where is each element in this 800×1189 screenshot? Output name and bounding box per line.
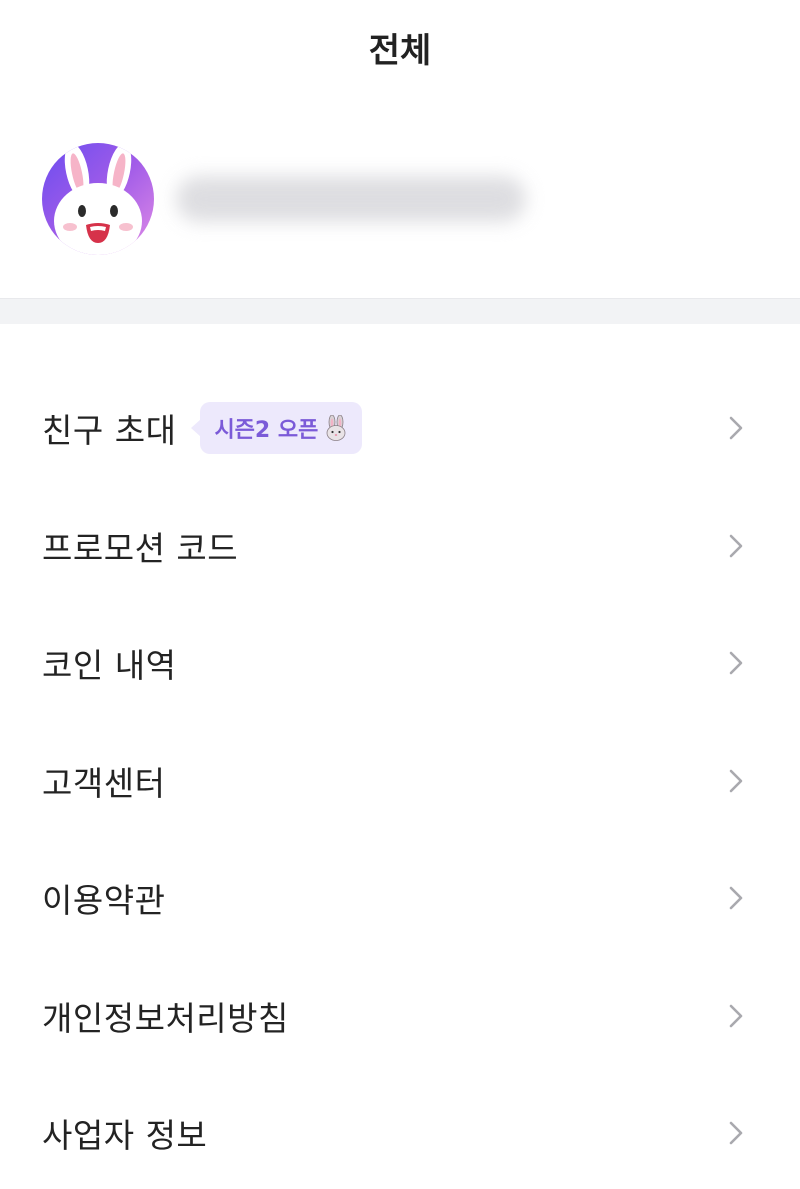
menu-item-customer-center[interactable]: 고객센터 xyxy=(0,722,800,840)
chevron-right-icon xyxy=(729,1121,743,1145)
season-badge: 시즌2 오픈 xyxy=(200,402,363,454)
menu-item-label: 프로모션 코드 xyxy=(42,528,239,568)
menu-item-invite-friends[interactable]: 친구 초대 시즌2 오픈 xyxy=(0,369,800,487)
menu-item-label: 사업자 정보 xyxy=(42,1116,208,1156)
menu-item-privacy-policy[interactable]: 개인정보처리방침 xyxy=(0,957,800,1075)
chevron-right-icon xyxy=(729,886,743,910)
avatar[interactable] xyxy=(42,143,154,255)
rabbit-avatar-icon xyxy=(42,143,154,255)
header: 전체 xyxy=(0,0,800,100)
chevron-right-icon xyxy=(729,1004,743,1028)
chevron-right-icon xyxy=(729,769,743,793)
email-redacted xyxy=(176,176,526,222)
menu-item-coin-history[interactable]: 코인 내역 xyxy=(0,605,800,723)
badge-text: 시즌2 오픈 xyxy=(214,418,319,443)
menu-item-label: 친구 초대 xyxy=(42,411,177,450)
section-divider xyxy=(0,298,800,324)
menu-list: 친구 초대 시즌2 오픈 프로모션 코드 코인 내역 고객센터 이용약관 개인정… xyxy=(0,324,800,1189)
chevron-right-icon xyxy=(729,416,743,440)
rabbit-face-icon xyxy=(324,415,348,441)
profile-section[interactable] xyxy=(0,100,800,298)
page-title: 전체 xyxy=(368,30,432,71)
menu-item-label: 이용약관 xyxy=(42,881,166,921)
menu-item-label: 고객센터 xyxy=(42,763,166,803)
menu-item-promo-code[interactable]: 프로모션 코드 xyxy=(0,487,800,605)
menu-item-label: 개인정보처리방침 xyxy=(42,998,289,1038)
menu-item-terms[interactable]: 이용약관 xyxy=(0,840,800,958)
menu-item-label: 코인 내역 xyxy=(42,646,177,686)
chevron-right-icon xyxy=(729,651,743,675)
menu-item-business-info[interactable]: 사업자 정보 xyxy=(0,1075,800,1189)
chevron-right-icon xyxy=(729,534,743,558)
